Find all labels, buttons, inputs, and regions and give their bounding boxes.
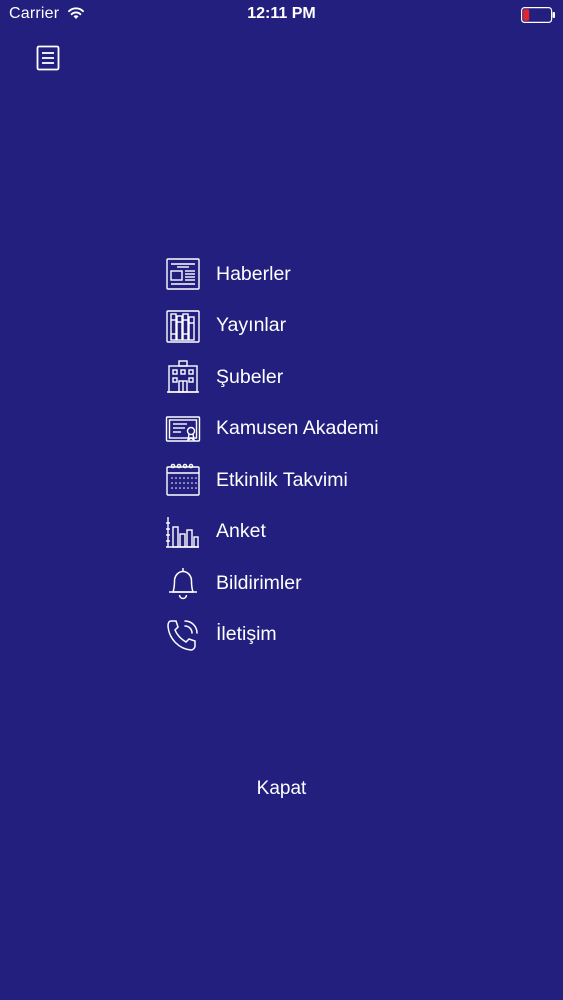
- battery-icon: [521, 7, 555, 23]
- status-bar: Carrier 12:11 PM: [0, 0, 563, 30]
- menu-item-label: İletişim: [216, 623, 277, 645]
- close-button[interactable]: Kapat: [0, 778, 563, 800]
- newspaper-icon: [166, 258, 200, 290]
- menu-item-etkinlik-takvimi[interactable]: Etkinlik Takvimi: [165, 455, 379, 505]
- menu-item-subeler[interactable]: Şubeler: [165, 352, 379, 402]
- menu-item-label: Bildirimler: [216, 571, 302, 594]
- menu-item-bildirimler[interactable]: Bildirimler: [165, 558, 379, 608]
- menu-item-label: Kamusen Akademi: [216, 417, 379, 439]
- menu-item-iletisim[interactable]: İletişim: [165, 610, 379, 660]
- building-icon: [167, 360, 199, 393]
- menu-item-haberler[interactable]: Haberler: [165, 249, 379, 299]
- menu-item-label: Yayınlar: [216, 314, 287, 336]
- menu-item-kamusen-akademi[interactable]: Kamusen Akademi: [165, 404, 379, 454]
- list-icon[interactable]: [35, 45, 61, 71]
- bar-chart-icon: [166, 516, 199, 548]
- menu-item-label: Anket: [216, 520, 266, 542]
- phone-icon: [167, 619, 198, 651]
- bell-icon: [169, 568, 197, 600]
- menu-item-label: Şubeler: [216, 365, 284, 388]
- calendar-icon: [166, 463, 200, 496]
- menu-item-anket[interactable]: Anket: [165, 507, 379, 557]
- status-time: 12:11 PM: [247, 5, 316, 22]
- certificate-icon: [165, 415, 201, 442]
- menu-item-label: Haberler: [216, 262, 291, 285]
- books-icon: [166, 309, 200, 343]
- menu-item-yayinlar[interactable]: Yayınlar: [165, 301, 379, 351]
- menu-item-label: Etkinlik Takvimi: [216, 468, 348, 491]
- side-menu: Haberler Yayınlar Şubeler Kamusen Akadem…: [165, 249, 379, 661]
